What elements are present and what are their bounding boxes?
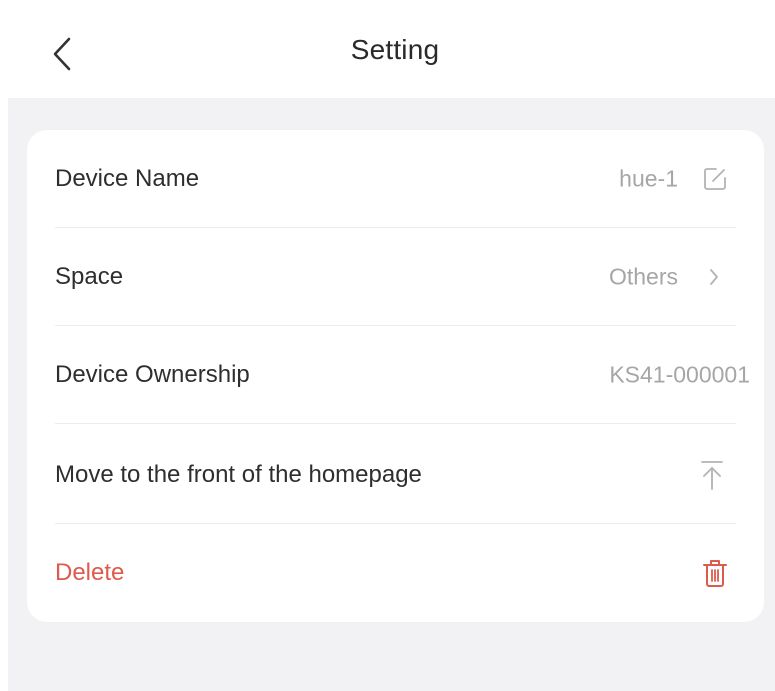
trash-icon[interactable] [702,558,728,588]
setting-row-device-ownership: Device Ownership KS41-000001 [27,326,764,424]
row-divider [55,423,736,424]
chevron-right-icon [708,267,720,287]
space-label: Space [55,263,124,290]
header-bar: Setting [0,0,775,98]
setting-row-space[interactable]: Space Others [27,228,764,326]
device-name-label: Device Name [55,165,200,192]
space-value: Others [608,263,678,290]
setting-row-delete[interactable]: Delete [27,524,764,622]
settings-card: Device Name hue-1 Space Others Device Ow… [27,130,764,622]
setting-row-move-to-front[interactable]: Move to the front of the homepage [27,426,764,524]
move-to-front-label: Move to the front of the homepage [55,461,422,488]
edit-icon[interactable] [702,166,728,192]
pin-to-top-icon[interactable] [700,459,724,491]
device-ownership-value: KS41-000001 [609,361,750,388]
delete-label: Delete [55,559,125,586]
device-name-value: hue-1 [619,165,678,192]
setting-row-device-name[interactable]: Device Name hue-1 [27,130,764,228]
device-ownership-label: Device Ownership [55,361,250,388]
page-title: Setting [350,34,440,65]
